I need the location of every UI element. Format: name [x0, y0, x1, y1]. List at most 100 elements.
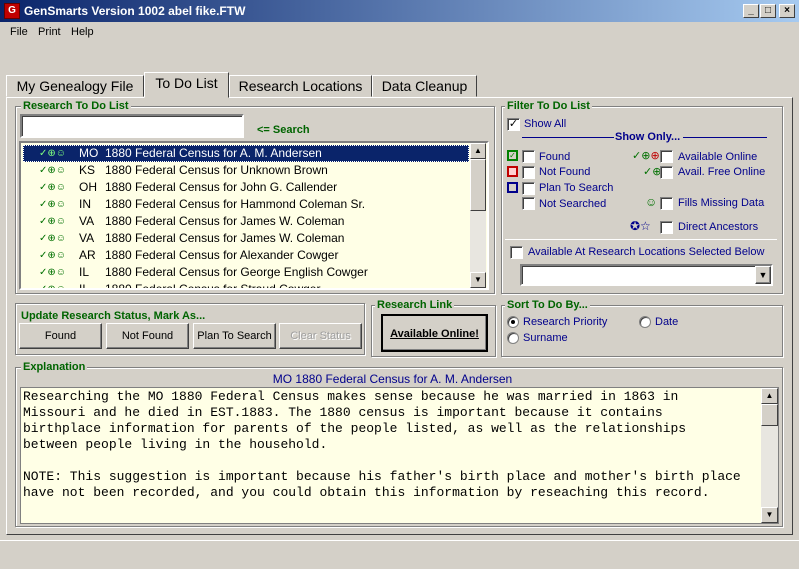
scroll-thumb[interactable]: [470, 159, 486, 211]
mark-plan-button[interactable]: Plan To Search: [193, 323, 276, 349]
todo-list[interactable]: ✓⊕☺ MO 1880 Federal Census for A. M. Ander…: [21, 143, 487, 288]
filter-available-online-checkbox[interactable]: [660, 150, 673, 163]
list-item-state: IL: [79, 281, 89, 288]
show-all-checkbox[interactable]: ✓: [507, 118, 520, 131]
sort-group: [501, 305, 783, 357]
filter-found-checkbox[interactable]: [522, 150, 535, 163]
search-input[interactable]: [20, 114, 244, 138]
research-to-do-title: Research To Do List: [21, 100, 131, 112]
explanation-scroll-down[interactable]: ▼: [761, 507, 778, 523]
list-item-state: MO: [79, 146, 99, 160]
filter-direct-ancestors-label: Direct Ancestors: [678, 221, 759, 233]
list-item-state: OH: [79, 180, 97, 194]
tab-my-genealogy-file[interactable]: My Genealogy File: [6, 75, 144, 97]
sort-surname-label: Surname: [523, 332, 568, 344]
list-item[interactable]: ✓⊕☺ VA 1880 Federal Census for James W. Co…: [23, 230, 469, 247]
mouse-icon: ✓⊕☺: [39, 148, 66, 159]
not-found-icon: [507, 166, 518, 177]
tab-to-do-list[interactable]: To Do List: [144, 72, 229, 98]
list-item-text: 1880 Federal Census for James W. Coleman: [105, 231, 345, 245]
mark-not-found-button[interactable]: Not Found: [106, 323, 189, 349]
list-item-text: 1880 Federal Census for Unknown Brown: [105, 163, 328, 177]
filter-fills-missing-checkbox[interactable]: [660, 197, 673, 210]
mouse-icon: ✓⊕☺: [39, 267, 66, 278]
list-item[interactable]: ✓⊕☺ IL 1880 Federal Census for Straud Cowg…: [23, 281, 469, 288]
menu-file[interactable]: File: [10, 26, 28, 38]
app-icon[interactable]: G: [4, 3, 20, 19]
scroll-up-button[interactable]: ▲: [470, 143, 486, 159]
filter-avail-free-checkbox[interactable]: [660, 166, 673, 179]
filter-title: Filter To Do List: [505, 100, 592, 112]
filter-avail-free-label: Avail. Free Online: [678, 166, 766, 178]
available-online-button[interactable]: Available Online!: [381, 314, 488, 352]
window-title: GenSmarts Version 1002 abel fike.FTW: [24, 4, 246, 18]
sort-surname-radio[interactable]: [507, 332, 519, 344]
list-item[interactable]: ✓⊕☺ IN 1880 Federal Census for Hammond Col…: [23, 196, 469, 213]
filter-divider: [505, 239, 777, 240]
filter-not-found-checkbox[interactable]: [522, 166, 535, 179]
list-item[interactable]: ✓⊕☺ AR 1880 Federal Census for Alexander C…: [23, 247, 469, 264]
list-item[interactable]: ✓⊕☺ VA 1880 Federal Census for James W. Co…: [23, 213, 469, 230]
show-only-divider-right: [683, 137, 767, 138]
tab-research-locations[interactable]: Research Locations: [229, 75, 372, 97]
mouse-icon: ✓⊕☺: [39, 199, 66, 210]
show-all-label: Show All: [524, 118, 567, 130]
list-item-text: 1880 Federal Census for A. M. Andersen: [105, 146, 322, 160]
filter-not-searched-label: Not Searched: [539, 198, 607, 210]
list-item-text: 1880 Federal Census for Hammond Coleman …: [105, 197, 366, 211]
tab-data-cleanup[interactable]: Data Cleanup: [372, 75, 477, 97]
list-item[interactable]: ✓⊕☺ MO 1880 Federal Census for A. M. Ander…: [23, 145, 469, 162]
menu-print[interactable]: Print: [38, 26, 61, 38]
mouse-icon: ✓⊕☺: [39, 281, 66, 288]
list-item[interactable]: ✓⊕☺ KS 1880 Federal Census for Unknown Bro…: [23, 162, 469, 179]
list-item-state: AR: [79, 248, 96, 262]
smiley-icon: ☺: [645, 195, 658, 209]
mouse-icon: ✓⊕⊕: [632, 150, 660, 162]
sort-title: Sort To Do By...: [505, 299, 590, 311]
update-status-title: Update Research Status, Mark As...: [21, 310, 206, 322]
todo-list-scrollbar[interactable]: ▲ ▼: [470, 143, 486, 288]
explanation-scroll-thumb[interactable]: [761, 404, 778, 426]
mouse-icon: ✓⊕☺: [39, 250, 66, 261]
list-item-text: 1880 Federal Census for Straud Cowger: [105, 281, 320, 288]
list-item-text: 1880 Federal Census for Alexander Cowger: [105, 248, 339, 262]
show-only-divider-left: [522, 137, 614, 138]
filter-available-online-label: Available Online: [678, 151, 758, 163]
list-item-state: IL: [79, 265, 90, 279]
star-icon: ✪☆: [630, 219, 651, 233]
filter-plan-label: Plan To Search: [539, 182, 614, 194]
filter-not-found-label: Not Found: [539, 166, 591, 178]
mouse-icon: ✓⊕☺: [39, 182, 66, 193]
maximize-button[interactable]: □: [760, 4, 776, 18]
scroll-down-button[interactable]: ▼: [470, 272, 486, 288]
list-item-text: 1880 Federal Census for James W. Coleman: [105, 214, 345, 228]
close-button[interactable]: ×: [779, 4, 795, 18]
research-locations-dropdown[interactable]: ▼: [520, 264, 773, 286]
filter-not-searched-checkbox[interactable]: [522, 197, 535, 210]
clear-status-button[interactable]: Clear Status: [279, 323, 362, 349]
research-link-title: Research Link: [375, 299, 455, 311]
search-label: <= Search: [257, 124, 310, 136]
filter-fills-missing-label: Fills Missing Data: [678, 197, 765, 209]
title-bar: G GenSmarts Version 1002 abel fike.FTW _…: [0, 0, 799, 22]
list-item-text: 1880 Federal Census for John G. Callende…: [105, 180, 338, 194]
plan-icon: [507, 182, 518, 193]
menu-help[interactable]: Help: [71, 26, 94, 38]
filter-plan-checkbox[interactable]: [522, 182, 535, 195]
explanation-scroll-up[interactable]: ▲: [761, 388, 778, 404]
status-bar: [0, 540, 799, 569]
mark-found-button[interactable]: Found: [19, 323, 102, 349]
list-item[interactable]: ✓⊕☺ IL 1880 Federal Census for George Engl…: [23, 264, 469, 281]
explanation-heading: MO 1880 Federal Census for A. M. Anderse…: [272, 372, 513, 386]
explanation-scrollbar[interactable]: ▲ ▼: [761, 388, 778, 523]
dropdown-arrow-icon[interactable]: ▼: [755, 266, 771, 284]
list-item[interactable]: ✓⊕☺ OH 1880 Federal Census for John G. Cal…: [23, 179, 469, 196]
sort-priority-radio[interactable]: [507, 316, 519, 328]
list-item-state: IN: [79, 197, 91, 211]
filter-direct-ancestors-checkbox[interactable]: [660, 221, 673, 234]
sort-date-radio[interactable]: [639, 316, 651, 328]
minimize-button[interactable]: _: [743, 4, 759, 18]
list-item-state: VA: [79, 214, 95, 228]
sort-priority-label: Research Priority: [523, 316, 608, 328]
research-locations-checkbox[interactable]: [510, 246, 523, 259]
